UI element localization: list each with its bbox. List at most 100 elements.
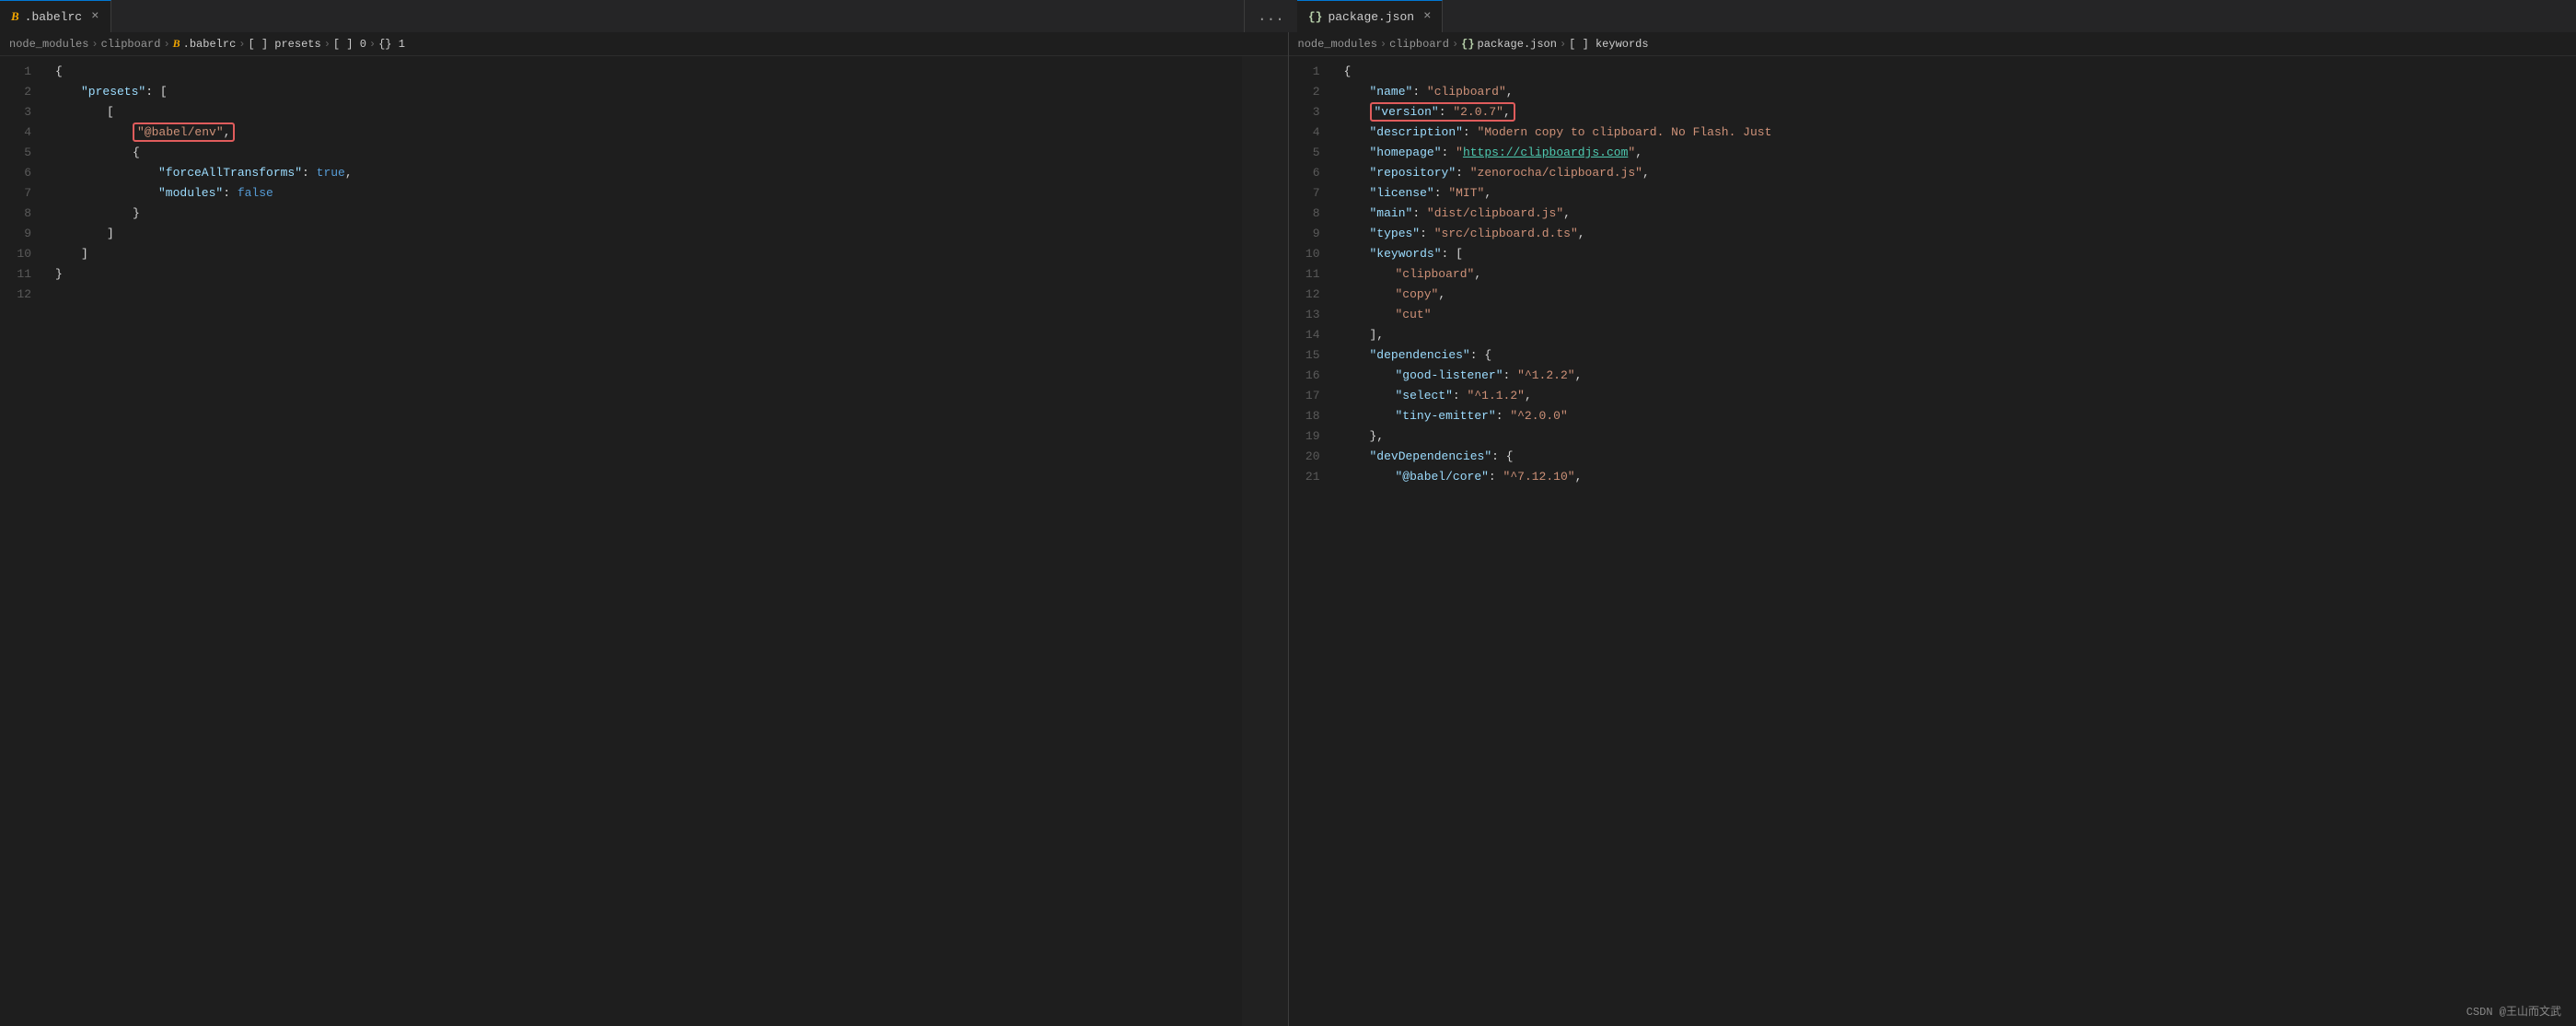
right-code-lines: 1 { 2 "name": "clipboard", 3 "version": … xyxy=(1289,56,2576,493)
code-line: 6 "repository": "zenorocha/clipboard.js"… xyxy=(1289,163,2576,183)
line-content: ] xyxy=(46,244,98,264)
code-line: 1 { xyxy=(1289,62,2576,82)
line-num: 2 xyxy=(0,82,46,102)
code-line: 9 "types": "src/clipboard.d.ts", xyxy=(1289,224,2576,244)
line-content: } xyxy=(46,204,149,224)
line-num: 1 xyxy=(1289,62,1335,82)
code-line: 10 "keywords": [ xyxy=(1289,244,2576,264)
line-content: "keywords": [ xyxy=(1335,244,1472,264)
line-content: { xyxy=(1335,62,1361,82)
code-line: 5 { xyxy=(0,143,1288,163)
line-content: "select": "^1.1.2", xyxy=(1335,386,1541,406)
line-content: "cut" xyxy=(1335,305,1441,325)
code-line: 16 "good-listener": "^1.2.2", xyxy=(1289,366,2576,386)
line-content: "clipboard", xyxy=(1335,264,1491,285)
code-line: 11 } xyxy=(0,264,1288,285)
code-line: 13 "cut" xyxy=(1289,305,2576,325)
line-num: 11 xyxy=(1289,264,1335,285)
code-line: 18 "tiny-emitter": "^2.0.0" xyxy=(1289,406,2576,426)
line-num: 18 xyxy=(1289,406,1335,426)
code-line: 9 ] xyxy=(0,224,1288,244)
code-line: 20 "devDependencies": { xyxy=(1289,447,2576,467)
line-content xyxy=(46,285,72,305)
line-content: { xyxy=(46,143,149,163)
line-num: 5 xyxy=(0,143,46,163)
line-num: 20 xyxy=(1289,447,1335,467)
line-num: 2 xyxy=(1289,82,1335,102)
line-num: 4 xyxy=(0,122,46,143)
code-line: 5 "homepage": "https://clipboardjs.com", xyxy=(1289,143,2576,163)
code-line: 12 "copy", xyxy=(1289,285,2576,305)
right-code-area[interactable]: 1 { 2 "name": "clipboard", 3 "version": … xyxy=(1289,56,2576,1026)
code-line: 8 "main": "dist/clipboard.js", xyxy=(1289,204,2576,224)
code-line: 14 ], xyxy=(1289,325,2576,345)
line-content: "homepage": "https://clipboardjs.com", xyxy=(1335,143,1653,163)
line-num: 15 xyxy=(1289,345,1335,366)
tab-babelrc-close[interactable]: × xyxy=(91,9,99,24)
line-content: "types": "src/clipboard.d.ts", xyxy=(1335,224,1595,244)
line-num: 19 xyxy=(1289,426,1335,447)
code-line: 19 }, xyxy=(1289,426,2576,447)
line-num: 3 xyxy=(0,102,46,122)
code-line: 12 xyxy=(0,285,1288,305)
line-content: "tiny-emitter": "^2.0.0" xyxy=(1335,406,1577,426)
line-num: 3 xyxy=(1289,102,1335,122)
line-content: "repository": "zenorocha/clipboard.js", xyxy=(1335,163,1659,183)
code-line: 1 { xyxy=(0,62,1288,82)
line-num: 17 xyxy=(1289,386,1335,406)
breadcrumb-left: node_modules › clipboard › B .babelrc › … xyxy=(0,32,1288,56)
line-num: 7 xyxy=(0,183,46,204)
line-content: "version": "2.0.7", xyxy=(1335,102,1525,122)
line-num: 7 xyxy=(1289,183,1335,204)
code-line: 4 "description": "Modern copy to clipboa… xyxy=(1289,122,2576,143)
line-content: "copy", xyxy=(1335,285,1456,305)
line-content: { xyxy=(46,62,72,82)
line-content: "description": "Modern copy to clipboard… xyxy=(1335,122,1781,143)
line-content: "dependencies": { xyxy=(1335,345,1502,366)
code-line: 10 ] xyxy=(0,244,1288,264)
line-num: 13 xyxy=(1289,305,1335,325)
tab-more-left[interactable]: ... xyxy=(1245,0,1297,32)
tab-babelrc-label: .babelrc xyxy=(25,10,82,24)
left-code-lines: 1 { 2 "presets": [ 3 [ 4 "@babel/env", xyxy=(0,56,1288,310)
line-content: ] xyxy=(46,224,123,244)
tabs-bar: B .babelrc × ... {} package.json × xyxy=(0,0,2576,32)
right-editor: node_modules › clipboard › {} package.js… xyxy=(1289,32,2576,1026)
line-num: 14 xyxy=(1289,325,1335,345)
babel-icon: B xyxy=(11,9,19,24)
tab-babelrc[interactable]: B .babelrc × xyxy=(0,0,111,32)
code-line: 8 } xyxy=(0,204,1288,224)
line-num: 8 xyxy=(1289,204,1335,224)
code-line-highlighted: 4 "@babel/env", xyxy=(0,122,1288,143)
line-content: ], xyxy=(1335,325,1394,345)
line-content: "license": "MIT", xyxy=(1335,183,1502,204)
line-content: "presets": [ xyxy=(46,82,177,102)
tab-packagejson-label: package.json xyxy=(1328,10,1414,24)
line-content: "modules": false xyxy=(46,183,283,204)
json-icon: {} xyxy=(1308,10,1323,24)
line-num: 12 xyxy=(1289,285,1335,305)
code-line: 21 "@babel/core": "^7.12.10", xyxy=(1289,467,2576,487)
code-line: 11 "clipboard", xyxy=(1289,264,2576,285)
line-num: 21 xyxy=(1289,467,1335,487)
line-content: }, xyxy=(1335,426,1394,447)
line-content: [ xyxy=(46,102,123,122)
code-line: 2 "presets": [ xyxy=(0,82,1288,102)
tab-packagejson[interactable]: {} package.json × xyxy=(1297,0,1444,32)
code-line: 6 "forceAllTransforms": true, xyxy=(0,163,1288,183)
line-num: 6 xyxy=(1289,163,1335,183)
line-content: "devDependencies": { xyxy=(1335,447,1523,467)
left-code-area[interactable]: 1 { 2 "presets": [ 3 [ 4 "@babel/env", xyxy=(0,56,1288,1026)
tab-packagejson-close[interactable]: × xyxy=(1423,9,1431,24)
line-num: 8 xyxy=(0,204,46,224)
line-content: "good-listener": "^1.2.2", xyxy=(1335,366,1592,386)
line-content: "@babel/env", xyxy=(46,122,244,143)
line-content: "forceAllTransforms": true, xyxy=(46,163,362,183)
line-num: 4 xyxy=(1289,122,1335,143)
line-num: 9 xyxy=(1289,224,1335,244)
breadcrumb-right: node_modules › clipboard › {} package.js… xyxy=(1289,32,2576,56)
watermark: CSDN @王山而文武 xyxy=(2466,1003,2561,1019)
line-num: 5 xyxy=(1289,143,1335,163)
code-line: 2 "name": "clipboard", xyxy=(1289,82,2576,102)
code-line: 3 [ xyxy=(0,102,1288,122)
